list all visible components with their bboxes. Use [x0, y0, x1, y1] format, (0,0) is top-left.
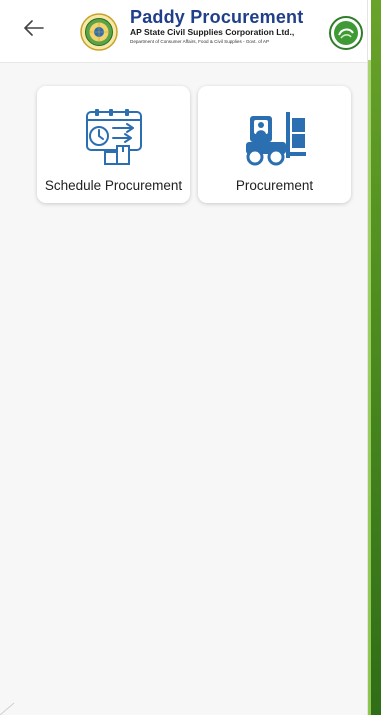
app-header: Paddy Procurement AP State Civil Supplie…	[0, 0, 367, 63]
corporation-name: AP State Civil Supplies Corporation Ltd.…	[130, 27, 295, 37]
app-title: Paddy Procurement	[130, 7, 304, 27]
back-button[interactable]	[20, 14, 48, 42]
schedule-procurement-tile[interactable]: Schedule Procurement	[37, 86, 190, 203]
app-screen: Paddy Procurement AP State Civil Supplie…	[0, 0, 368, 715]
tile-label-procurement: Procurement	[235, 178, 314, 193]
header-titles: Paddy Procurement AP State Civil Supplie…	[130, 7, 320, 45]
procurement-tile[interactable]: Procurement	[198, 86, 351, 203]
forklift-icon	[245, 112, 306, 166]
tile-label-schedule-procurement: Schedule Procurement	[44, 178, 183, 193]
corner-line-decoration	[0, 702, 15, 715]
schedule-calendar-clock-icon	[85, 109, 142, 165]
department-name: Department of Consumer Affairs, Food & C…	[130, 39, 270, 44]
apscsc-seal-icon	[329, 16, 363, 50]
decorative-green-strip	[371, 0, 381, 715]
ap-emblem-icon	[80, 13, 118, 51]
arrow-left-icon	[24, 20, 44, 36]
